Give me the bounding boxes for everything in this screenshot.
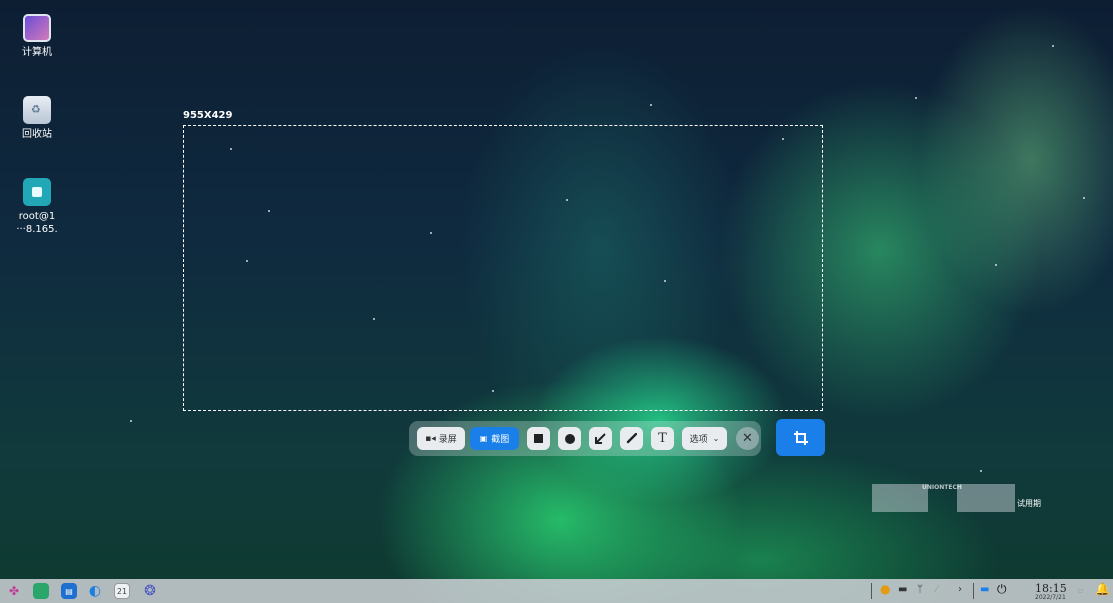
capture-selection[interactable] [183, 125, 823, 411]
calendar-icon[interactable]: 21 [114, 583, 130, 599]
tray-divider [973, 583, 974, 599]
bell-icon[interactable]: 🔔 [1095, 582, 1110, 596]
crop-icon [793, 430, 808, 445]
ellipse-tool-button[interactable] [558, 427, 581, 450]
expand-tray-icon[interactable]: › [958, 584, 962, 595]
arrow-tool-button[interactable] [589, 427, 612, 450]
multitask-view-icon[interactable] [33, 583, 49, 599]
keyboard-icon[interactable]: ▬ [898, 584, 907, 595]
clock-date[interactable]: 2022/7/21 [1035, 594, 1066, 601]
tray-divider [871, 583, 872, 599]
watermark-block [872, 484, 928, 512]
desktop-icon-label: 计算机 [22, 47, 52, 58]
chevron-down-icon: ⌄ [712, 434, 720, 443]
options-dropdown[interactable]: 选项 ⌄ [682, 427, 727, 450]
record-button[interactable]: ▪◂ 录屏 [417, 427, 465, 450]
notification-dot-icon[interactable]: ▫ [1078, 586, 1083, 595]
watermark-brand: UNIONTECH [922, 484, 962, 491]
camera-icon: ▪◂ [425, 433, 436, 444]
ellipse-icon [564, 433, 575, 444]
calendar-day: 21 [116, 586, 128, 596]
desktop-icon-label: root@1 ···8.165. [16, 211, 58, 235]
selection-size-label: 955X429 [183, 110, 233, 121]
screenshot-button[interactable]: ▣ 截图 [470, 427, 519, 450]
desktop-icon-label: 回收站 [22, 129, 52, 140]
edit-icon[interactable]: ⁄ [936, 584, 938, 595]
watermark-block [957, 484, 1015, 512]
file-icon [23, 178, 51, 206]
screen-icon[interactable]: ▬ [980, 584, 989, 595]
rectangle-icon [534, 434, 543, 443]
power-icon[interactable]: ⏻ [997, 582, 1007, 597]
browser-icon[interactable]: ◐ [87, 583, 103, 599]
close-button[interactable]: ✕ [736, 427, 759, 450]
computer-icon [23, 14, 51, 42]
launcher-icon[interactable]: ✤ [6, 583, 22, 599]
pen-tool-button[interactable] [620, 427, 643, 450]
arrow-icon [595, 433, 606, 444]
screenshot-toolbar: ▪◂ 录屏 ▣ 截图 T 选项 ⌄ ✕ [409, 421, 761, 456]
options-label: 选项 [689, 435, 708, 445]
app-store-icon[interactable]: ❂ [142, 583, 158, 599]
desktop-icon-file[interactable]: root@1 ···8.165. [12, 178, 62, 236]
rectangle-tool-button[interactable] [527, 427, 550, 450]
save-capture-button[interactable] [776, 419, 825, 456]
watermark-trial: 试用期 [1017, 499, 1041, 508]
desktop-icon-trash[interactable]: 回收站 [12, 96, 62, 141]
file-manager-icon[interactable]: ▤ [61, 583, 77, 599]
usb-icon[interactable]: ᛘ [917, 584, 923, 595]
screenshot-icon: ▣ [479, 434, 488, 443]
text-tool-icon: T [658, 431, 667, 446]
update-icon[interactable]: ● [880, 582, 890, 596]
pen-icon [626, 433, 637, 444]
screenshot-label: 截图 [491, 435, 510, 445]
record-label: 录屏 [438, 435, 457, 445]
text-tool-button[interactable]: T [651, 427, 674, 450]
taskbar: ✤ ▤ ◐ 21 ❂ ● ▬ ᛘ ⁄ › ▬ ⏻ ▫ 🔔 [0, 579, 1113, 603]
trash-icon [23, 96, 51, 124]
close-icon: ✕ [742, 431, 753, 446]
desktop-icon-computer[interactable]: 计算机 [12, 14, 62, 59]
